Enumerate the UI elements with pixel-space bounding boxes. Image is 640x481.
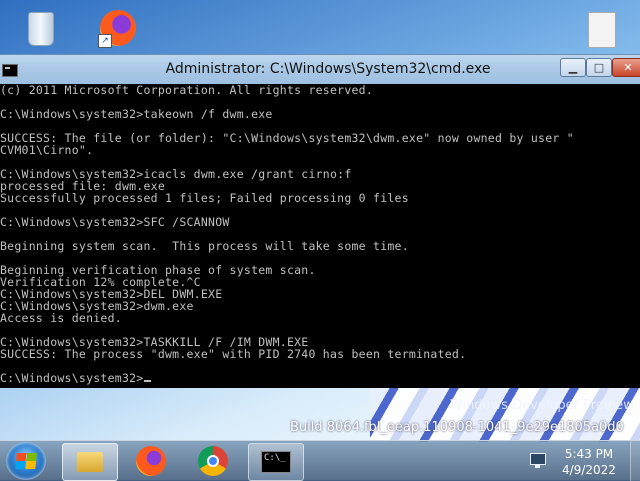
window-titlebar[interactable]: Administrator: C:\Windows\System32\cmd.e… <box>0 54 640 85</box>
start-button[interactable] <box>6 442 46 480</box>
network-icon[interactable] <box>530 451 546 469</box>
chrome-icon <box>198 446 228 476</box>
firefox-icon <box>136 446 166 476</box>
show-desktop-button[interactable] <box>630 441 640 481</box>
console-line: CVM01\Cirno". <box>0 143 94 157</box>
windows-logo-icon <box>15 453 37 469</box>
os-watermark: Windows Developer Preview <box>450 398 634 413</box>
maximize-button[interactable]: □ <box>586 58 612 77</box>
taskbar-chrome-button[interactable] <box>186 443 240 479</box>
cmd-icon: C:\_ <box>261 451 291 473</box>
console-line: Access is denied. <box>0 311 122 325</box>
cmd-window[interactable]: Administrator: C:\Windows\System32\cmd.e… <box>0 54 640 388</box>
build-string: Build 8064.fbl_eeap.110908-1041_9e29e180… <box>290 420 624 435</box>
taskbar-firefox-button[interactable] <box>124 443 178 479</box>
window-title: Administrator: C:\Windows\System32\cmd.e… <box>165 61 491 77</box>
system-clock[interactable]: 5:43 PM 4/9/2022 <box>556 446 622 478</box>
console-lines: (c) 2011 Microsoft Corporation. All righ… <box>0 84 574 384</box>
text-cursor <box>144 380 152 382</box>
console-output[interactable]: (c) 2011 Microsoft Corporation. All righ… <box>0 84 640 388</box>
shortcut-arrow-icon: ↗ <box>98 34 112 48</box>
taskbar: C:\_ 5:43 PM 4/9/2022 <box>0 440 640 481</box>
clock-time: 5:43 PM <box>564 447 614 461</box>
recycle-bin-icon[interactable] <box>20 6 60 46</box>
console-line: C:\Windows\system32>SFC /SCANNOW <box>0 215 230 229</box>
console-line: C:\Windows\system32> <box>0 372 574 384</box>
firefox-desktop-icon[interactable]: ↗ <box>98 8 138 48</box>
console-line: SUCCESS: The process "dwm.exe" with PID … <box>0 347 467 361</box>
minimize-button[interactable]: ▁ <box>560 58 586 77</box>
console-line: (c) 2011 Microsoft Corporation. All righ… <box>0 84 374 97</box>
console-line: Beginning system scan. This process will… <box>0 239 409 253</box>
clock-date: 4/9/2022 <box>562 463 616 477</box>
close-button[interactable]: ✕ <box>612 58 640 77</box>
folder-icon <box>77 452 103 472</box>
taskbar-cmd-button[interactable]: C:\_ <box>248 443 304 481</box>
taskbar-explorer-button[interactable] <box>62 443 118 481</box>
console-line: C:\Windows\system32>takeown /f dwm.exe <box>0 107 273 121</box>
document-icon[interactable] <box>582 10 622 50</box>
console-line: Successfully processed 1 files; Failed p… <box>0 191 409 205</box>
